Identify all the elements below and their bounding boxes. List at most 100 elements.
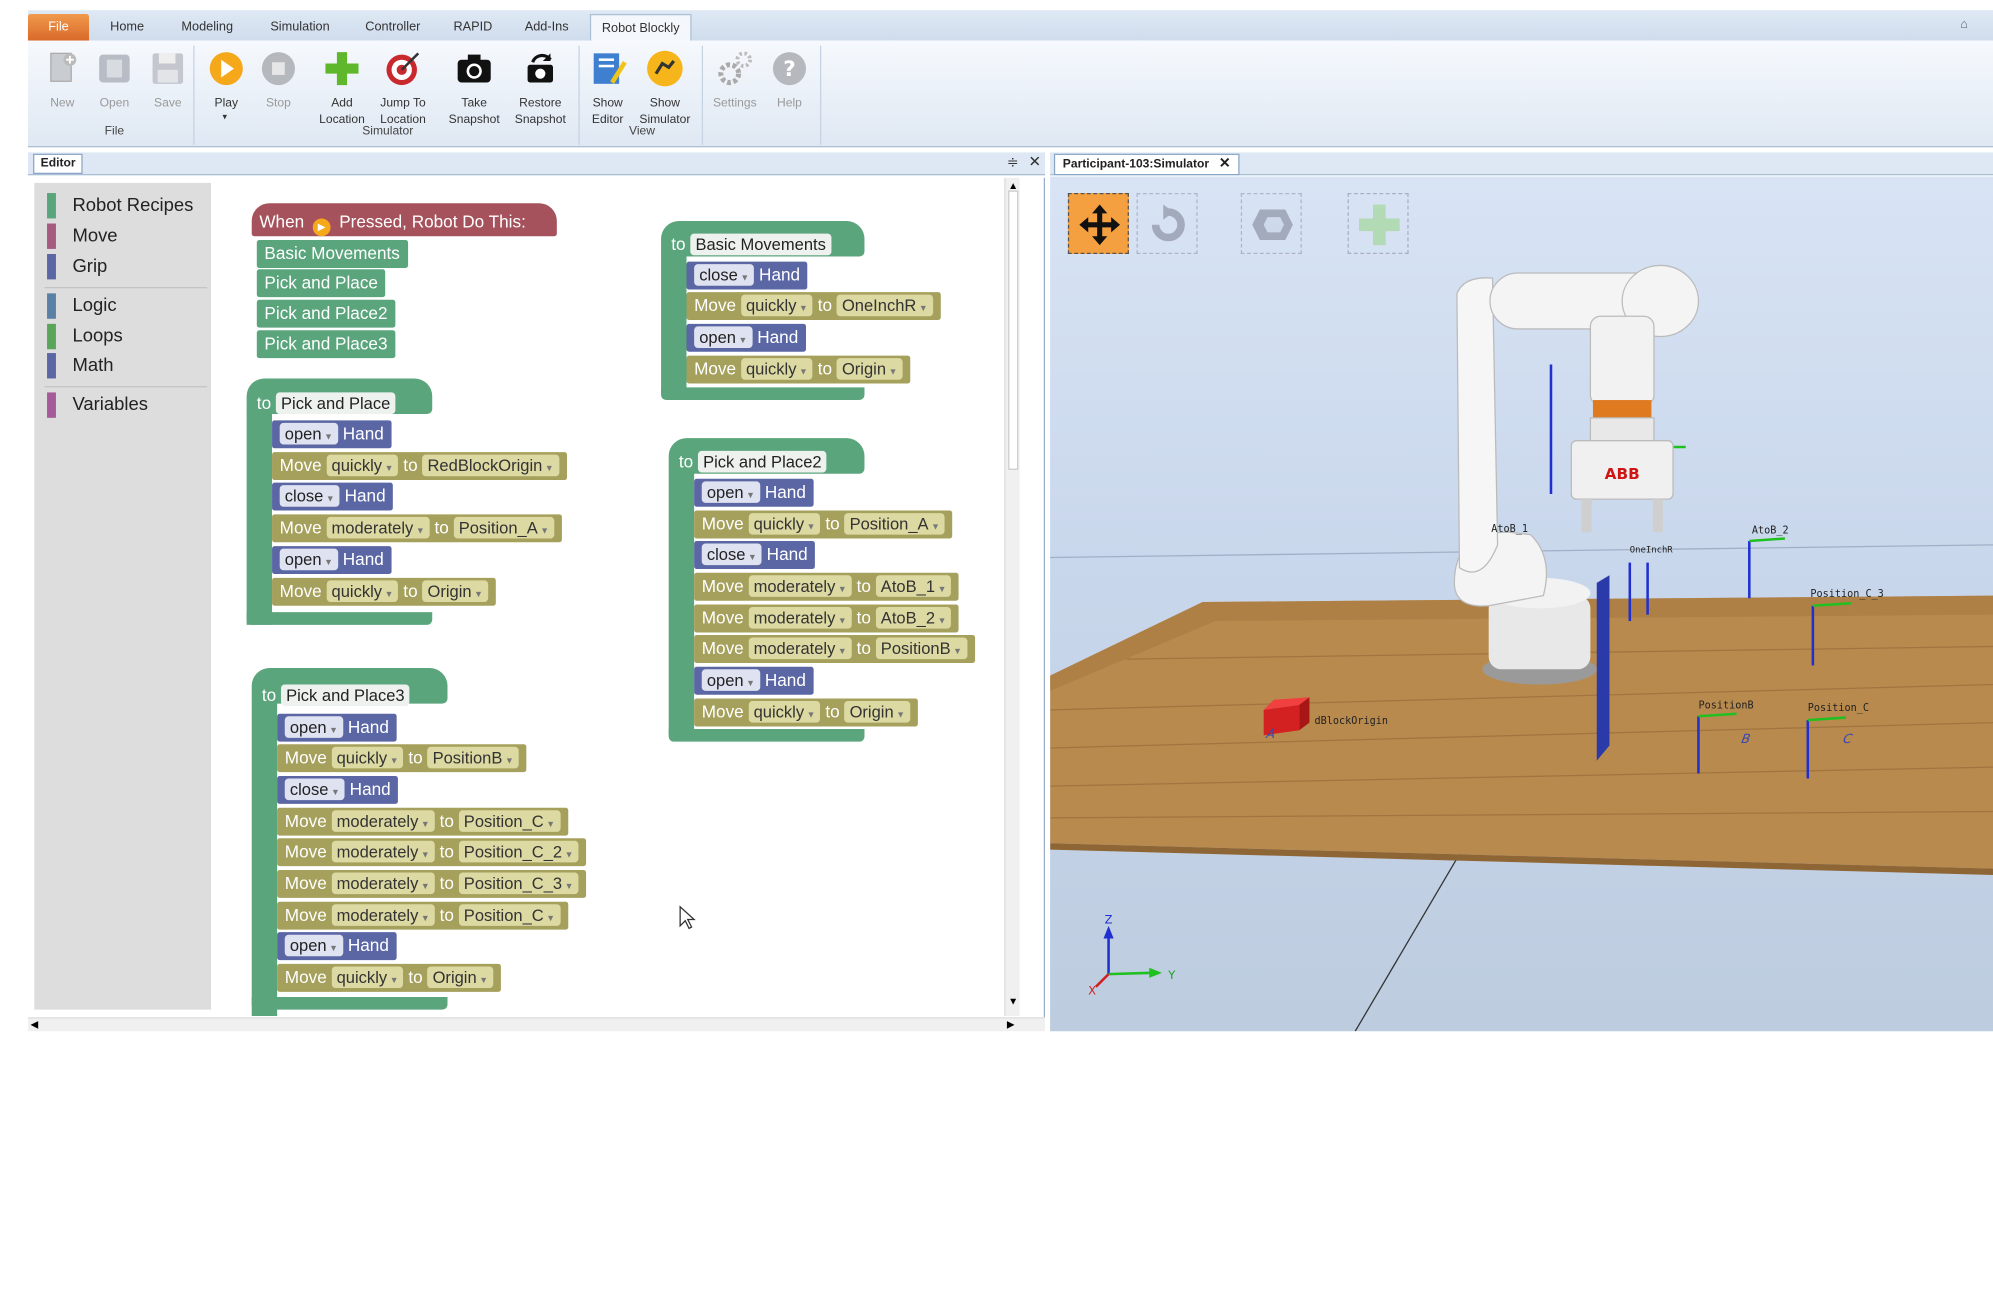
category-math[interactable]: Math xyxy=(47,353,113,379)
tab-file[interactable]: File xyxy=(27,13,89,41)
move-block[interactable]: Move moderately ▼ to Position_A ▼ xyxy=(272,514,562,543)
move-block[interactable]: Move moderately ▼ to AtoB_2 ▼ xyxy=(694,604,960,633)
location-dropdown[interactable]: Position_A ▼ xyxy=(453,516,555,539)
move-block[interactable]: Move moderately ▼ to AtoB_1 ▼ xyxy=(694,572,960,601)
grip-block[interactable]: close ▼ Hand xyxy=(686,261,808,290)
category-grip[interactable]: Grip xyxy=(47,254,107,280)
close-icon[interactable]: ✕ xyxy=(1028,152,1041,170)
rotate-mode-icon[interactable] xyxy=(1136,193,1198,254)
grip-dropdown[interactable]: close ▼ xyxy=(694,264,755,286)
location-dropdown[interactable]: Origin ▼ xyxy=(422,580,489,602)
location-dropdown[interactable]: OneInchR ▼ xyxy=(836,294,933,317)
tab-simulator[interactable]: Participant-103:Simulator ✕ xyxy=(1053,153,1240,176)
call-basic-movements[interactable]: Basic Movements xyxy=(256,240,408,268)
move-mode-icon[interactable] xyxy=(1067,193,1129,254)
grip-block[interactable]: close ▼ Hand xyxy=(277,775,399,804)
location-dropdown[interactable]: AtoB_1 ▼ xyxy=(875,575,952,597)
grip-dropdown[interactable]: open ▼ xyxy=(694,326,753,348)
grip-dropdown[interactable]: open ▼ xyxy=(284,934,344,957)
category-loops[interactable]: Loops xyxy=(47,323,123,350)
stop-button[interactable]: Stop xyxy=(249,46,307,137)
tab-robot-blockly[interactable]: Robot Blockly xyxy=(589,13,692,41)
location-dropdown[interactable]: Origin ▼ xyxy=(427,966,494,988)
category-robot-recipes[interactable]: Robot Recipes xyxy=(47,193,193,219)
move-block[interactable]: Move moderately ▼ to Position_C ▼ xyxy=(277,901,568,930)
move-block[interactable]: Move moderately ▼ to Position_C_3 ▼ xyxy=(277,869,587,898)
speed-dropdown[interactable]: quickly ▼ xyxy=(740,294,813,317)
speed-dropdown[interactable]: quickly ▼ xyxy=(748,513,821,535)
jump-to-location-button[interactable]: Jump To Location xyxy=(374,46,432,137)
grip-block[interactable]: close ▼ Hand xyxy=(272,482,394,511)
location-dropdown[interactable]: PositionB ▼ xyxy=(875,637,968,660)
tab-home[interactable]: Home xyxy=(99,14,155,41)
proc-name-field[interactable]: Pick and Place3 xyxy=(280,684,410,707)
speed-dropdown[interactable]: moderately ▼ xyxy=(331,904,435,926)
location-dropdown[interactable]: RedBlockOrigin ▼ xyxy=(422,454,559,477)
speed-dropdown[interactable]: quickly ▼ xyxy=(331,746,404,769)
move-block[interactable]: Move quickly ▼ to Position_A ▼ xyxy=(694,510,953,539)
move-block[interactable]: Move quickly ▼ to Origin ▼ xyxy=(686,355,911,384)
scroll-right-icon[interactable]: ▶ xyxy=(1007,1019,1015,1030)
close-icon[interactable]: ✕ xyxy=(1219,156,1231,171)
grip-block[interactable]: close ▼ Hand xyxy=(694,541,816,569)
location-dropdown[interactable]: Position_C_2 ▼ xyxy=(458,840,579,863)
panel-menu-icon[interactable]: ≑ xyxy=(1007,154,1019,170)
grip-dropdown[interactable]: close ▼ xyxy=(284,778,345,801)
move-block[interactable]: Move quickly ▼ to PositionB ▼ xyxy=(277,744,527,773)
call-pick-and-place2[interactable]: Pick and Place2 xyxy=(256,299,396,328)
location-dropdown[interactable]: Position_C ▼ xyxy=(458,810,561,832)
location-dropdown[interactable]: PositionB ▼ xyxy=(427,746,519,769)
call-pick-and-place3[interactable]: Pick and Place3 xyxy=(256,330,396,359)
home-icon[interactable]: ⌂ xyxy=(1960,18,1968,32)
grip-dropdown[interactable]: open ▼ xyxy=(284,716,344,738)
grip-block[interactable]: open ▼ Hand xyxy=(686,323,806,352)
help-button[interactable]: ? Help xyxy=(760,46,818,137)
location-dropdown[interactable]: AtoB_2 ▼ xyxy=(875,606,952,629)
speed-dropdown[interactable]: quickly ▼ xyxy=(326,580,399,602)
tab-controller[interactable]: Controller xyxy=(355,14,431,41)
move-block[interactable]: Move moderately ▼ to Position_C ▼ xyxy=(277,807,568,836)
move-block[interactable]: Move moderately ▼ to Position_C_2 ▼ xyxy=(277,838,587,867)
move-block[interactable]: Move quickly ▼ to Origin ▼ xyxy=(277,963,501,992)
category-variables[interactable]: Variables xyxy=(47,392,148,418)
grip-block[interactable]: open ▼ Hand xyxy=(277,932,397,961)
play-button[interactable]: Play ▾ xyxy=(197,46,255,137)
tab-rapid[interactable]: RAPID xyxy=(445,14,501,41)
move-block[interactable]: Move quickly ▼ to Origin ▼ xyxy=(694,698,918,727)
scroll-down-icon[interactable]: ▼ xyxy=(1008,996,1018,1007)
play-dropdown-icon[interactable]: ▾ xyxy=(222,112,226,122)
tab-simulation[interactable]: Simulation xyxy=(259,14,340,41)
save-button[interactable]: Save xyxy=(139,46,197,137)
move-block[interactable]: Move quickly ▼ to Origin ▼ xyxy=(272,577,496,606)
horizontal-scrollbar[interactable]: ◀ ▶ xyxy=(27,1017,1046,1032)
speed-dropdown[interactable]: quickly ▼ xyxy=(748,700,821,723)
settings-button[interactable]: Settings xyxy=(706,46,764,137)
speed-dropdown[interactable]: moderately ▼ xyxy=(748,637,852,660)
vertical-scrollbar[interactable]: ▲ ▼ xyxy=(1004,177,1020,1017)
location-dropdown[interactable]: Position_C ▼ xyxy=(458,904,561,926)
grip-dropdown[interactable]: open ▼ xyxy=(279,422,338,445)
location-dropdown[interactable]: Position_C_3 ▼ xyxy=(458,872,579,895)
category-move[interactable]: Move xyxy=(47,223,118,249)
location-dropdown[interactable]: Origin ▼ xyxy=(836,358,903,380)
tab-modeling[interactable]: Modeling xyxy=(169,14,245,41)
proc-name-field[interactable]: Pick and Place2 xyxy=(697,450,827,473)
speed-dropdown[interactable]: quickly ▼ xyxy=(740,358,813,380)
speed-dropdown[interactable]: moderately ▼ xyxy=(331,872,435,895)
blockly-workspace[interactable]: Robot Recipes Move Grip Logic Loops Math… xyxy=(27,177,1046,1019)
category-logic[interactable]: Logic xyxy=(47,293,117,319)
show-editor-button[interactable]: Show Editor xyxy=(578,46,636,137)
simulator-viewport[interactable]: A B C ABB Z Y X AtoB_1 AtoB_2 Position_C… xyxy=(1050,176,1993,1032)
add-location-mode-icon[interactable] xyxy=(1347,193,1409,254)
take-snapshot-button[interactable]: Take Snapshot xyxy=(445,46,503,137)
speed-dropdown[interactable]: moderately ▼ xyxy=(331,840,435,863)
speed-dropdown[interactable]: quickly ▼ xyxy=(326,454,399,477)
move-block[interactable]: Move moderately ▼ to PositionB ▼ xyxy=(694,635,975,663)
speed-dropdown[interactable]: moderately ▼ xyxy=(748,606,852,629)
move-block[interactable]: Move quickly ▼ to OneInchR ▼ xyxy=(686,292,941,321)
speed-dropdown[interactable]: moderately ▼ xyxy=(748,575,852,597)
grip-block[interactable]: open ▼ Hand xyxy=(272,546,392,575)
grip-block[interactable]: open ▼ Hand xyxy=(694,478,814,507)
location-dropdown[interactable]: Position_A ▼ xyxy=(844,513,946,535)
grip-dropdown[interactable]: open ▼ xyxy=(701,481,761,503)
